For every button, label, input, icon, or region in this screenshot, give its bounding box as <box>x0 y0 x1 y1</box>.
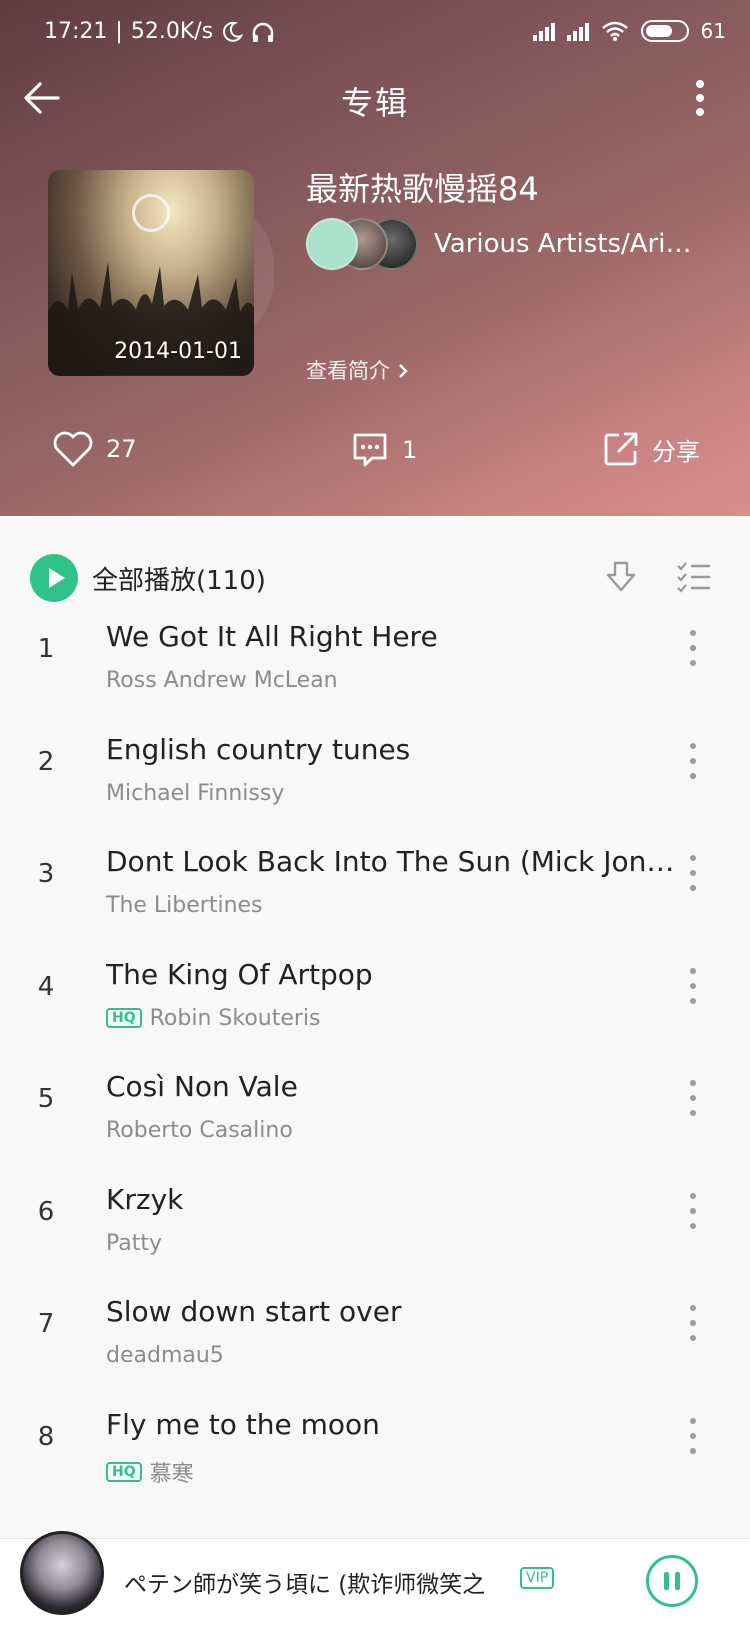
signal-icon <box>566 21 589 41</box>
song-artist: Ross Andrew McLean <box>106 668 338 693</box>
song-number: 4 <box>37 971 55 1002</box>
vip-badge: VIP <box>520 1567 555 1589</box>
share-label: 分享 <box>652 437 700 466</box>
song-subtitle: Michael Finnissy <box>106 781 284 806</box>
battery-icon <box>640 20 689 42</box>
now-playing-cover[interactable] <box>20 1531 104 1615</box>
status-time: 17:21 <box>44 19 108 44</box>
hd-signal-icon <box>532 21 555 41</box>
song-subtitle: Roberto Casalino <box>106 1118 293 1143</box>
album-title: 最新热歌慢摇84 <box>306 170 539 208</box>
song-row[interactable]: 4 The King Of Artpop HQ Robin Skouteris <box>0 938 750 1054</box>
song-artist: deadmau5 <box>106 1343 224 1368</box>
hq-badge: HQ <box>106 1461 142 1482</box>
song-number: 6 <box>37 1196 55 1227</box>
song-artist: 慕寒 <box>149 1461 194 1487</box>
page-title: 专辑 <box>340 84 409 122</box>
artist-row[interactable]: Various Artists/Aria... <box>306 218 704 270</box>
pause-icon[interactable] <box>646 1555 698 1607</box>
song-title: We Got It All Right Here <box>106 620 438 653</box>
album-cover[interactable]: 2014-01-01 <box>48 170 254 376</box>
song-subtitle: HQ 慕寒 <box>106 1456 194 1488</box>
song-row[interactable]: 5 Così Non Vale Roberto Casalino <box>0 1050 750 1166</box>
song-more-icon[interactable] <box>688 1305 698 1341</box>
song-subtitle: Patty <box>106 1231 162 1256</box>
like-button[interactable]: 27 <box>52 430 137 468</box>
song-artist: Michael Finnissy <box>106 780 285 806</box>
album-actions: 27 1 分享 <box>0 430 750 480</box>
multi-select-icon[interactable] <box>676 560 712 594</box>
now-playing-title[interactable]: ペテン師が笑う頃に (欺诈师微笑之 <box>124 1565 514 1599</box>
comment-icon <box>353 433 387 467</box>
song-more-icon[interactable] <box>688 630 698 666</box>
heart-icon <box>53 431 93 467</box>
song-title: Fly me to the moon <box>106 1407 380 1441</box>
play-all-icon[interactable] <box>30 554 78 602</box>
song-number: 1 <box>37 634 55 664</box>
song-title: Dont Look Back Into The Sun (Mick Jones … <box>106 845 680 878</box>
album-date: 2014-01-01 <box>114 339 242 364</box>
play-all-label[interactable]: 全部播放(110) <box>92 560 266 597</box>
song-artist: Patty <box>106 1230 163 1256</box>
song-artist: Robin Skouteris <box>149 1005 321 1031</box>
song-row[interactable]: 7 Slow down start over deadmau5 <box>0 1275 750 1391</box>
song-row[interactable]: 8 Fly me to the moon HQ 慕寒 <box>0 1388 750 1504</box>
song-more-icon[interactable] <box>688 1080 698 1116</box>
share-button[interactable]: 分享 <box>602 430 700 468</box>
song-row[interactable]: 2 English country tunes Michael Finnissy <box>0 713 750 829</box>
song-title: English country tunes <box>106 732 411 766</box>
song-more-icon[interactable] <box>688 742 698 779</box>
chevron-right-icon <box>398 364 408 378</box>
moon-icon <box>223 21 244 42</box>
artist-names: Various Artists/Aria... <box>434 229 704 259</box>
song-more-icon[interactable] <box>688 855 698 891</box>
song-subtitle: HQ Robin Skouteris <box>106 1006 321 1031</box>
song-title: Slow down start over <box>106 1295 402 1328</box>
nav-bar: 专辑 <box>0 70 750 126</box>
song-number: 8 <box>37 1421 55 1452</box>
song-artist: Roberto Casalino <box>106 1118 293 1143</box>
download-icon[interactable] <box>604 560 638 594</box>
song-artist: The Libertines <box>106 893 263 918</box>
song-subtitle: The Libertines <box>106 893 263 918</box>
song-row[interactable]: 6 Krzyk Patty <box>0 1163 750 1279</box>
view-intro-link[interactable]: 查看简介 <box>306 355 409 385</box>
status-divider: | <box>115 19 123 44</box>
comment-count: 1 <box>402 436 418 464</box>
wifi-icon <box>601 21 628 41</box>
song-number: 5 <box>37 1084 55 1114</box>
like-count: 27 <box>106 435 137 463</box>
song-more-icon[interactable] <box>688 967 698 1004</box>
song-subtitle: deadmau5 <box>106 1343 224 1368</box>
song-title: Così Non Vale <box>106 1070 298 1103</box>
song-title: The King Of Artpop <box>106 957 373 991</box>
song-more-icon[interactable] <box>688 1192 698 1229</box>
battery-level: 61 <box>700 19 726 43</box>
song-row[interactable]: 3 Dont Look Back Into The Sun (Mick Jones… <box>0 825 750 941</box>
music-app-logo <box>132 194 170 232</box>
more-options-icon[interactable] <box>690 76 710 120</box>
song-number: 2 <box>37 746 55 777</box>
song-subtitle: Ross Andrew McLean <box>106 668 338 693</box>
status-right: 61 <box>532 19 726 43</box>
status-bar: 17:21 | 52.0K/s 61 <box>0 0 750 66</box>
headphones-icon <box>252 22 274 42</box>
hq-badge: HQ <box>106 1008 142 1028</box>
status-net-speed: 52.0K/s <box>130 19 214 44</box>
track-list: 全部播放(110) 1 We Got It All Right Here Ross … <box>0 516 750 1538</box>
share-icon <box>604 432 638 466</box>
mini-player[interactable]: ペテン師が笑う頃に (欺诈师微笑之 VIP <box>0 1531 750 1625</box>
song-title: Krzyk <box>106 1182 184 1216</box>
song-number: 3 <box>37 859 55 889</box>
album-header: 17:21 | 52.0K/s 61 专辑 2014-01-01 最新热歌慢摇8… <box>0 0 750 516</box>
song-number: 7 <box>37 1309 55 1339</box>
song-row[interactable]: 1 We Got It All Right Here Ross Andrew McL… <box>0 600 750 716</box>
song-more-icon[interactable] <box>688 1417 698 1454</box>
comment-button[interactable]: 1 <box>350 430 417 470</box>
intro-label: 查看简介 <box>306 359 390 383</box>
status-left: 17:21 | 52.0K/s <box>44 19 275 44</box>
artist-avatar <box>306 218 358 270</box>
